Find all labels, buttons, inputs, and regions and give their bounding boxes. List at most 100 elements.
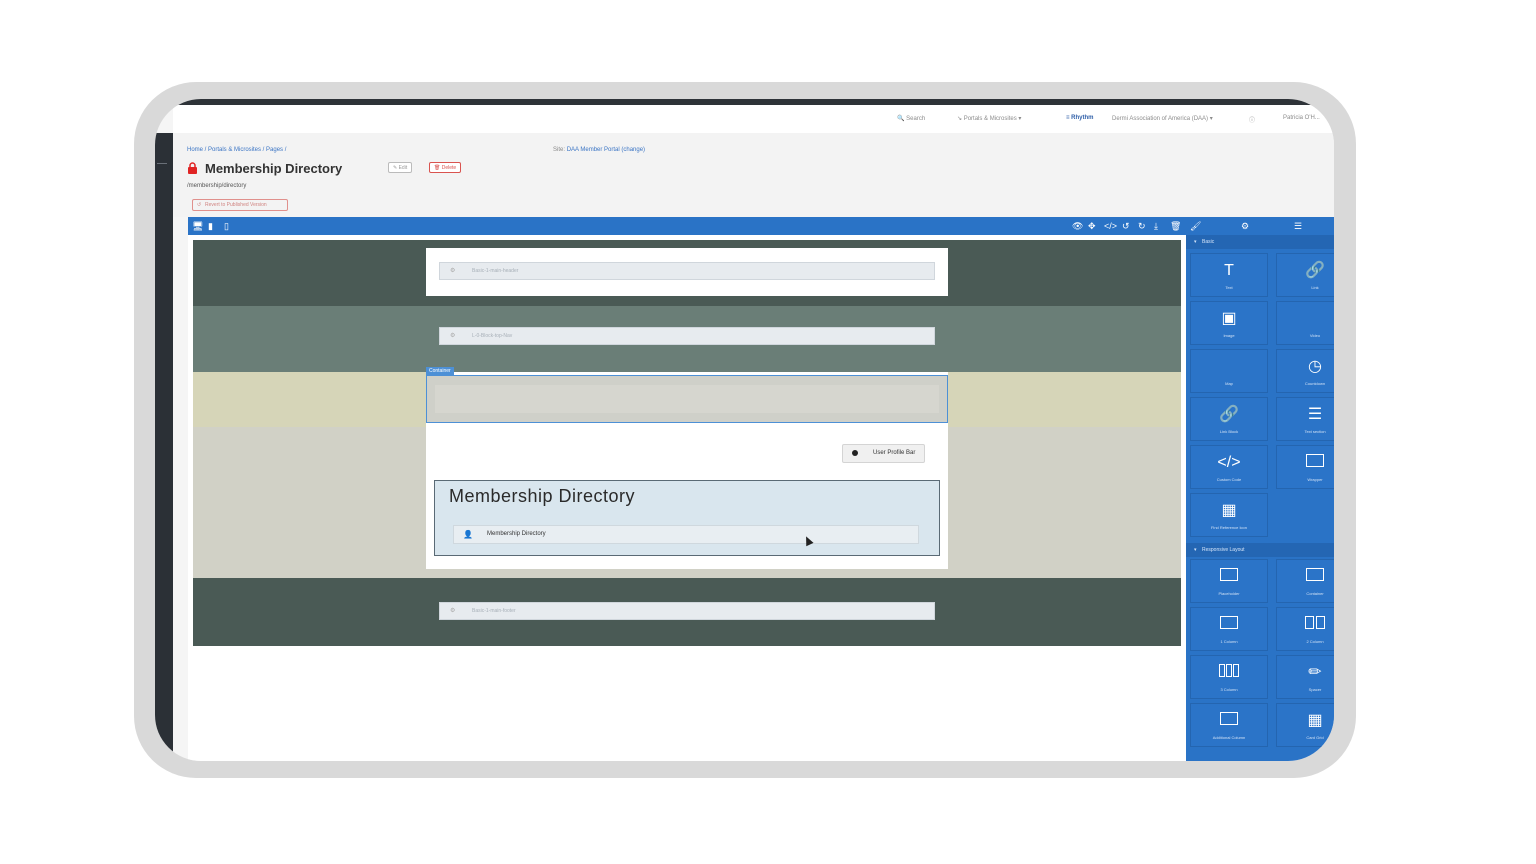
edit-label: Edit — [398, 165, 408, 171]
block-tile-label: Countdown — [1304, 381, 1326, 386]
page-header: Home / Portals & Microsites / Pages / Si… — [173, 133, 1334, 217]
undo-icon[interactable]: ↺ — [1122, 221, 1130, 231]
block-tile-custom-code[interactable]: </> Custom Code — [1190, 445, 1268, 489]
shapes-icon: ▦ — [1221, 502, 1237, 519]
page-slug: /membership/directory — [187, 183, 247, 189]
search-label: Search — [906, 116, 926, 122]
rail-marker — [157, 163, 167, 164]
delete-button[interactable]: 🗑 Delete — [429, 162, 462, 173]
site-label: Site: — [553, 147, 566, 153]
content-box[interactable]: Container User Profile Bar Membership Di… — [426, 367, 948, 569]
footer-block[interactable]: ⚙ Basic-1-main-footer — [439, 602, 935, 620]
revert-button[interactable]: ↺ Revert to Published Version — [192, 199, 288, 211]
header-section[interactable]: ⚙ Basic-1-main-header — [193, 240, 1181, 306]
block-tile-link-block[interactable]: 🔗 Link Block — [1190, 397, 1268, 441]
block-tile-label: Additional Column — [1212, 735, 1246, 740]
page-title: Membership Directory — [205, 161, 343, 176]
delete-label: Delete — [441, 165, 457, 171]
block-tile-label: Spacer — [1308, 687, 1322, 692]
header-block[interactable]: ⚙ Basic-1-main-header — [439, 262, 935, 280]
block-tile-container[interactable]: Container — [1276, 559, 1334, 603]
download-icon[interactable]: ⤓ — [1154, 221, 1158, 231]
profile-button-label: User Profile Bar — [873, 450, 916, 456]
mobile-view-icon[interactable]: ▯ — [224, 221, 229, 231]
help-icon[interactable]: ⓘ — [1249, 115, 1255, 124]
block-tile-card-grid[interactable]: ▦ Card Grid — [1276, 703, 1334, 747]
basic-group-title: Basic — [1202, 239, 1215, 245]
move-icon[interactable]: ✥ — [1088, 221, 1096, 231]
association-dropdown[interactable]: Dermi Association of America (DAA) ▾ — [1112, 115, 1213, 122]
menu-icon[interactable]: ☰ — [1294, 221, 1302, 231]
breadcrumb[interactable]: Home / Portals & Microsites / Pages / — [187, 147, 286, 153]
container-tag: Container — [426, 367, 454, 375]
footer-block-label: Basic-1-main-footer — [472, 608, 516, 614]
brush-icon[interactable]: 🖌 — [1190, 221, 1201, 231]
rhythm-logo[interactable]: ≡ Rhythm — [1066, 115, 1094, 121]
block-tile-map[interactable]: Map — [1190, 349, 1268, 393]
preview-icon[interactable]: 👁 — [1072, 221, 1083, 231]
block-tile-label: Wrapper — [1307, 477, 1323, 482]
layout-group-title: Responsive Layout — [1202, 547, 1245, 553]
directory-item[interactable]: 👤 Membership Directory — [453, 525, 919, 544]
portals-dropdown[interactable]: ↘ Portals & Microsites ▾ — [957, 115, 1021, 122]
block-tile-label: Text — [1225, 285, 1233, 290]
site-selector: Site: DAA Member Portal (change) — [553, 147, 645, 153]
tablet-view-icon[interactable]: ▮ — [208, 221, 213, 231]
directory-item-label: Membership Directory — [487, 531, 546, 537]
block-tile-label: Container — [1306, 591, 1324, 596]
block-tile-find-reference-icon[interactable]: ▦ Find Reference Icon — [1190, 493, 1268, 537]
block-tile-additional-column[interactable]: Additional Column — [1190, 703, 1268, 747]
wrapper-icon — [1277, 454, 1334, 472]
edit-button[interactable]: ✎ Edit — [388, 162, 413, 173]
search-link[interactable]: 🔍 Search — [897, 115, 925, 122]
block-tile-text-section[interactable]: ☰ Text section — [1276, 397, 1334, 441]
block-tile-wrapper[interactable]: Wrapper — [1276, 445, 1334, 489]
block-tile-label: Image — [1223, 333, 1235, 338]
grid-icon: ▦ — [1307, 712, 1323, 729]
block-tile-image[interactable]: ▣ Image — [1190, 301, 1268, 345]
text-icon: T — [1224, 262, 1234, 279]
editor-canvas[interactable]: ⚙ Basic-1-main-header ⚙ L-0-Block-top-Nav … — [188, 235, 1186, 761]
header-block-label: Basic-1-main-header — [472, 268, 519, 274]
selected-container[interactable] — [426, 375, 948, 423]
block-tile-label: Text section — [1304, 429, 1326, 434]
clock-icon: ◷ — [1308, 358, 1322, 375]
settings-icon: ⚙ — [450, 333, 456, 339]
code-view-icon[interactable]: </> — [1104, 221, 1117, 231]
redo-icon[interactable]: ↻ — [1138, 221, 1146, 231]
block-tile-video[interactable]: Video — [1276, 301, 1334, 345]
gear-icon[interactable]: ⚙ — [1241, 221, 1249, 231]
user-profile-bar-button[interactable]: User Profile Bar — [842, 444, 925, 463]
user-menu[interactable]: Patricia O'H... — [1283, 115, 1320, 121]
trash-icon[interactable]: 🗑 — [1170, 221, 1181, 231]
editor-toolbar: 🖥 ▮ ▯ 👁 ✥ </> ↺ ↻ ⤓ 🗑 🖌 ⚙ ☰ — [188, 217, 1334, 235]
block-tile-text[interactable]: T Text — [1190, 253, 1268, 297]
header-box[interactable]: ⚙ Basic-1-main-header — [426, 248, 948, 296]
content-section[interactable]: Container User Profile Bar Membership Di… — [193, 367, 1181, 578]
desktop-view-icon[interactable]: 🖥 — [192, 221, 203, 231]
block-tile-countdown[interactable]: ◷ Countdown — [1276, 349, 1334, 393]
two-column-icon — [1277, 616, 1334, 634]
tablet-screen: 🔍 Search ↘ Portals & Microsites ▾ ≡ Rhyt… — [155, 99, 1334, 761]
block-tile-label: 3 Column — [1220, 687, 1238, 692]
basic-group-header[interactable]: ▾ Basic — [1186, 235, 1334, 249]
block-tile-1-column[interactable]: 1 Column — [1190, 607, 1268, 651]
nav-section[interactable]: ⚙ L-0-Block-top-Nav — [193, 306, 1181, 372]
layout-group-header[interactable]: ▾ Responsive Layout — [1186, 543, 1334, 557]
block-tile-spacer[interactable]: ✏ Spacer — [1276, 655, 1334, 699]
block-tile-3-column[interactable]: 3 Column — [1190, 655, 1268, 699]
directory-block[interactable]: Membership Directory 👤 Membership Directo… — [434, 480, 940, 556]
nav-block-label: L-0-Block-top-Nav — [472, 333, 513, 339]
block-tile-link[interactable]: 🔗 Link — [1276, 253, 1334, 297]
footer-section[interactable]: ⚙ Basic-1-main-footer — [193, 578, 1181, 646]
site-change-link[interactable]: DAA Member Portal (change) — [567, 147, 645, 153]
top-nav: 🔍 Search ↘ Portals & Microsites ▾ ≡ Rhyt… — [173, 105, 1334, 133]
nav-block[interactable]: ⚙ L-0-Block-top-Nav — [439, 327, 935, 345]
block-tile-label: 1 Column — [1220, 639, 1238, 644]
box-icon — [1191, 712, 1267, 730]
block-tile-label: Link — [1311, 285, 1319, 290]
block-tile-2-column[interactable]: 2 Column — [1276, 607, 1334, 651]
ruler-icon: ✏ — [1308, 664, 1322, 681]
avatar-icon — [852, 450, 858, 456]
block-tile-placeholder[interactable]: Placeholder — [1190, 559, 1268, 603]
